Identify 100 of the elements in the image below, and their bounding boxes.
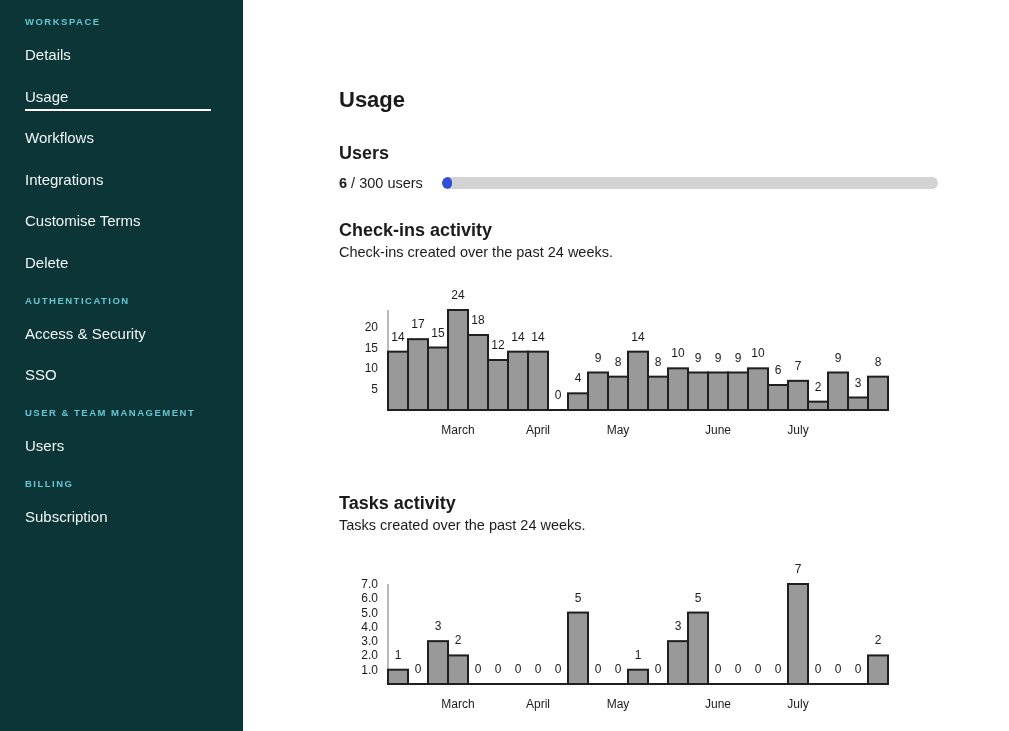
bar-value-label: 0: [594, 662, 602, 676]
bar-value-label: 0: [854, 662, 862, 676]
bar-value-label: 18: [471, 313, 485, 327]
page-title: Usage: [339, 86, 407, 114]
bar-value-label: 0: [494, 662, 502, 676]
x-axis-month-label: April: [526, 697, 550, 711]
bar-value-label: 3: [434, 619, 442, 634]
y-axis-tick-label: 5.0: [361, 605, 378, 620]
sidebar-section-heading: AUTHENTICATION: [25, 293, 130, 308]
bar-value-label: 8: [654, 354, 662, 369]
bar-value-label: 7: [794, 358, 802, 373]
bar-value-label: 0: [614, 662, 622, 676]
x-axis-month-label: July: [787, 423, 809, 437]
bar-value-label: 10: [671, 346, 685, 361]
sidebar-nav-link[interactable]: Usage: [25, 79, 211, 111]
chart-bar: [507, 350, 529, 411]
y-axis-tick-label: 4.0: [361, 619, 378, 634]
y-axis-tick-label: 5: [371, 382, 378, 397]
y-axis-tick-label: 1.0: [361, 662, 378, 677]
bar-value-label: 9: [594, 350, 602, 365]
sidebar-nav-link[interactable]: Integrations: [25, 162, 211, 194]
sidebar-nav-link[interactable]: Users: [25, 429, 211, 460]
bar-value-label: 9: [834, 350, 842, 365]
bar-value-label: 14: [531, 329, 545, 344]
bar-value-label: 9: [734, 350, 742, 365]
section-heading: Tasks activity: [339, 492, 457, 515]
chart-bar: [667, 367, 689, 411]
users-count-text: 6 / 300 users: [339, 174, 424, 192]
bar-value-label: 7: [794, 562, 802, 576]
bar-value-label: 14: [631, 329, 645, 344]
y-axis-tick-label: 2.0: [361, 648, 378, 663]
bar-value-label: 14: [511, 329, 525, 344]
sidebar-nav-link[interactable]: Customise Terms: [25, 204, 211, 235]
x-axis-month-label: June: [705, 697, 731, 711]
x-axis-month-label: May: [606, 697, 630, 711]
bar-value-label: 0: [414, 662, 422, 676]
y-axis-tick-label: 10: [364, 361, 378, 376]
bar-value-label: 0: [654, 662, 662, 676]
bar-value-label: 1: [394, 647, 402, 662]
bar-value-label: 10: [751, 346, 765, 361]
bar-value-label: 3: [854, 375, 862, 390]
section-description: Tasks created over the past 24 weeks.: [339, 516, 587, 534]
section-heading: Users: [339, 142, 391, 165]
bar-value-label: 3: [674, 619, 682, 634]
y-axis-tick-label: 15: [364, 340, 378, 355]
x-axis-month-label: April: [526, 423, 550, 437]
chart-bar: [707, 371, 729, 411]
bar-value-label: 2: [814, 379, 822, 394]
x-axis-month-label: March: [441, 697, 475, 711]
sidebar-nav-link[interactable]: SSO: [25, 358, 211, 389]
chart-bar: [687, 371, 709, 411]
bar-value-label: 2: [454, 633, 462, 648]
sidebar-nav-link[interactable]: Delete: [25, 245, 211, 277]
sidebar-nav-link[interactable]: Access & Security: [25, 316, 211, 348]
bar-value-label: 0: [554, 662, 562, 676]
sidebar-nav-link[interactable]: Subscription: [25, 500, 211, 531]
bar-value-label: 8: [614, 354, 622, 369]
x-axis-month-label: June: [705, 423, 731, 437]
bar-value-label: 15: [431, 325, 445, 340]
bar-value-label: 0: [754, 662, 762, 676]
bar-value-label: 9: [694, 350, 702, 365]
bar-value-label: 1: [634, 647, 642, 662]
bar-value-label: 0: [474, 662, 482, 676]
bar-value-label: 0: [814, 662, 822, 676]
bar-value-label: 0: [554, 388, 562, 402]
y-axis-tick-label: 20: [364, 319, 378, 334]
bar-value-label: 12: [491, 338, 505, 352]
bar-value-label: 14: [391, 329, 405, 344]
chart-bar: [527, 350, 549, 411]
bar-value-label: 17: [411, 317, 425, 332]
sidebar-section-heading: WORKSPACE: [25, 15, 101, 29]
sidebar-section-heading: BILLING: [25, 477, 74, 491]
bar-value-label: 0: [834, 662, 842, 676]
chart-bar: [727, 371, 749, 411]
x-axis-month-label: May: [606, 423, 630, 437]
bar-value-label: 0: [734, 662, 742, 676]
y-axis-tick-label: 7.0: [361, 577, 378, 591]
bar-value-label: 0: [714, 662, 722, 676]
x-axis-month-label: July: [787, 697, 809, 711]
section-description: Check-ins created over the past 24 weeks.: [339, 243, 615, 261]
bar-value-label: 6: [774, 363, 782, 377]
bar-value-label: 0: [514, 662, 522, 676]
x-axis-month-label: March: [441, 423, 475, 437]
bar-value-label: 4: [574, 371, 582, 386]
bar-value-label: 0: [774, 662, 782, 676]
sidebar-nav-link[interactable]: Details: [25, 38, 211, 69]
bar-value-label: 5: [694, 590, 702, 605]
chart-bar: [867, 654, 889, 685]
chart-bar: [387, 350, 409, 411]
section-heading: Check-ins activity: [339, 219, 494, 242]
y-axis-tick-label: 3.0: [361, 634, 378, 649]
bar-value-label: 5: [574, 590, 582, 605]
y-axis-tick-label: 6.0: [361, 591, 378, 606]
bar-value-label: 2: [874, 633, 882, 648]
sidebar-section-heading: USER & TEAM MANAGEMENT: [25, 406, 196, 420]
bar-value-label: 8: [874, 354, 882, 369]
bar-value-label: 9: [714, 350, 722, 365]
bar-value-label: 24: [451, 288, 465, 302]
bar-value-label: 0: [534, 662, 542, 676]
sidebar-nav-link[interactable]: Workflows: [25, 121, 211, 152]
